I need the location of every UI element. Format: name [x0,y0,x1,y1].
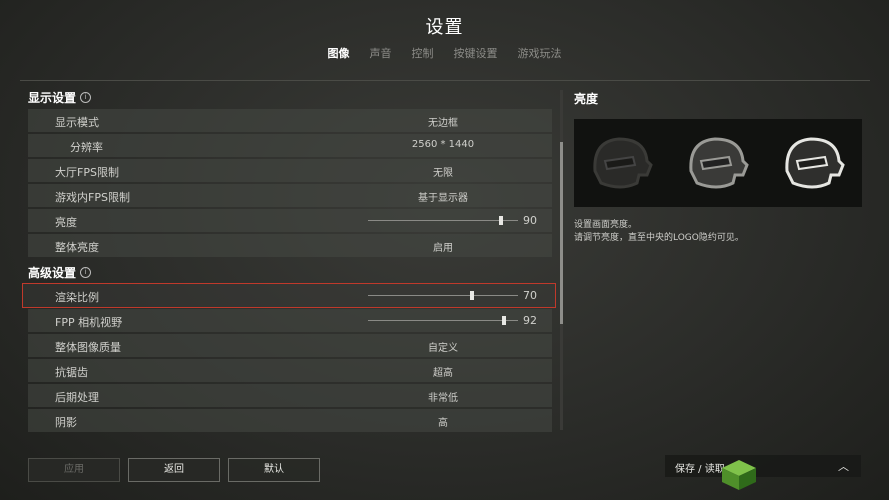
row-brightness[interactable]: 亮度 90 [28,209,552,232]
slider-knob[interactable] [470,291,475,300]
info-icon[interactable]: i [80,92,92,103]
row-value[interactable]: 自定义 [358,339,528,354]
preview-description: 设置画面亮度。 请调节亮度，直至中央的LOGO隐约可见。 [574,219,744,245]
row-value[interactable]: 无限 [358,164,528,179]
row-label: 渲染比例 [55,291,99,304]
row-label: 整体亮度 [55,241,99,254]
info-icon[interactable]: i [80,267,92,278]
chevron-up-icon[interactable]: ︿ [838,458,849,474]
settings-tabs: 图像 声音 控制 按键设置 游戏玩法 [0,45,889,61]
helmet-logo-mid-icon [689,137,749,189]
row-value[interactable]: 基于显示器 [358,189,528,204]
row-fpp-fov[interactable]: FPP 相机视野 92 [28,309,552,332]
row-post-processing[interactable]: 后期处理 非常低 [28,384,552,407]
row-label: 抗锯齿 [55,366,88,379]
row-lobby-fps-limit[interactable]: 大厅FPS限制 无限 [28,159,552,182]
render-scale-slider[interactable] [368,291,518,300]
apply-button[interactable]: 应用 [28,458,120,482]
row-label: 分辨率 [70,141,103,154]
advanced-settings-heading: 高级设置 i [28,264,92,281]
description-line: 设置画面亮度。 [574,220,638,230]
row-label: 亮度 [55,216,77,229]
row-ingame-fps-limit[interactable]: 游戏内FPS限制 基于显示器 [28,184,552,207]
display-settings-heading: 显示设置 i [28,89,92,106]
row-value[interactable]: 非常低 [358,389,528,404]
tab-sound[interactable]: 声音 [370,45,392,61]
row-value[interactable]: 启用 [358,239,528,254]
fov-slider[interactable] [368,316,518,325]
watermark-logo-icon [722,460,756,490]
row-label: 阴影 [55,416,77,429]
tab-graphics[interactable]: 图像 [328,45,350,61]
row-render-scale[interactable]: 渲染比例 70 [22,283,556,308]
row-label: 显示模式 [55,116,99,129]
row-resolution[interactable]: 分辨率 2560 * 1440 [28,134,552,157]
row-value[interactable]: 无边框 [358,114,528,129]
description-line: 请调节亮度，直至中央的LOGO隐约可见。 [574,233,744,243]
row-label: FPP 相机视野 [55,316,123,329]
default-button[interactable]: 默认 [228,458,320,482]
row-anti-aliasing[interactable]: 抗锯齿 超高 [28,359,552,382]
slider-knob[interactable] [502,316,507,325]
scrollbar-thumb[interactable] [560,142,563,324]
tab-gameplay[interactable]: 游戏玩法 [518,45,562,61]
divider [20,80,870,81]
helmet-logo-light-icon [785,137,845,189]
helmet-logo-dark-icon [593,137,653,189]
row-value[interactable]: 高 [358,414,528,429]
row-label: 游戏内FPS限制 [55,191,130,204]
row-label: 后期处理 [55,391,99,404]
back-button[interactable]: 返回 [128,458,220,482]
brightness-preview [574,119,862,207]
slider-value: 70 [523,289,537,302]
row-label: 大厅FPS限制 [55,166,119,179]
page-title: 设置 [425,17,464,38]
row-overall-quality[interactable]: 整体图像质量 自定义 [28,334,552,357]
slider-value: 92 [523,314,537,327]
slider-value: 90 [523,214,537,227]
tab-keybindings[interactable]: 按键设置 [454,45,498,61]
row-overall-brightness[interactable]: 整体亮度 启用 [28,234,552,257]
row-shadows[interactable]: 阴影 高 [28,409,552,432]
brightness-slider[interactable] [368,216,518,225]
row-value[interactable]: 2560 * 1440 [358,139,528,150]
row-label: 整体图像质量 [55,341,121,354]
row-value[interactable]: 超高 [358,364,528,379]
section-title: 高级设置 [28,266,77,280]
section-title: 显示设置 [28,91,77,105]
tab-control[interactable]: 控制 [412,45,434,61]
row-display-mode[interactable]: 显示模式 无边框 [28,109,552,132]
preview-title: 亮度 [574,92,599,106]
slider-knob[interactable] [499,216,504,225]
